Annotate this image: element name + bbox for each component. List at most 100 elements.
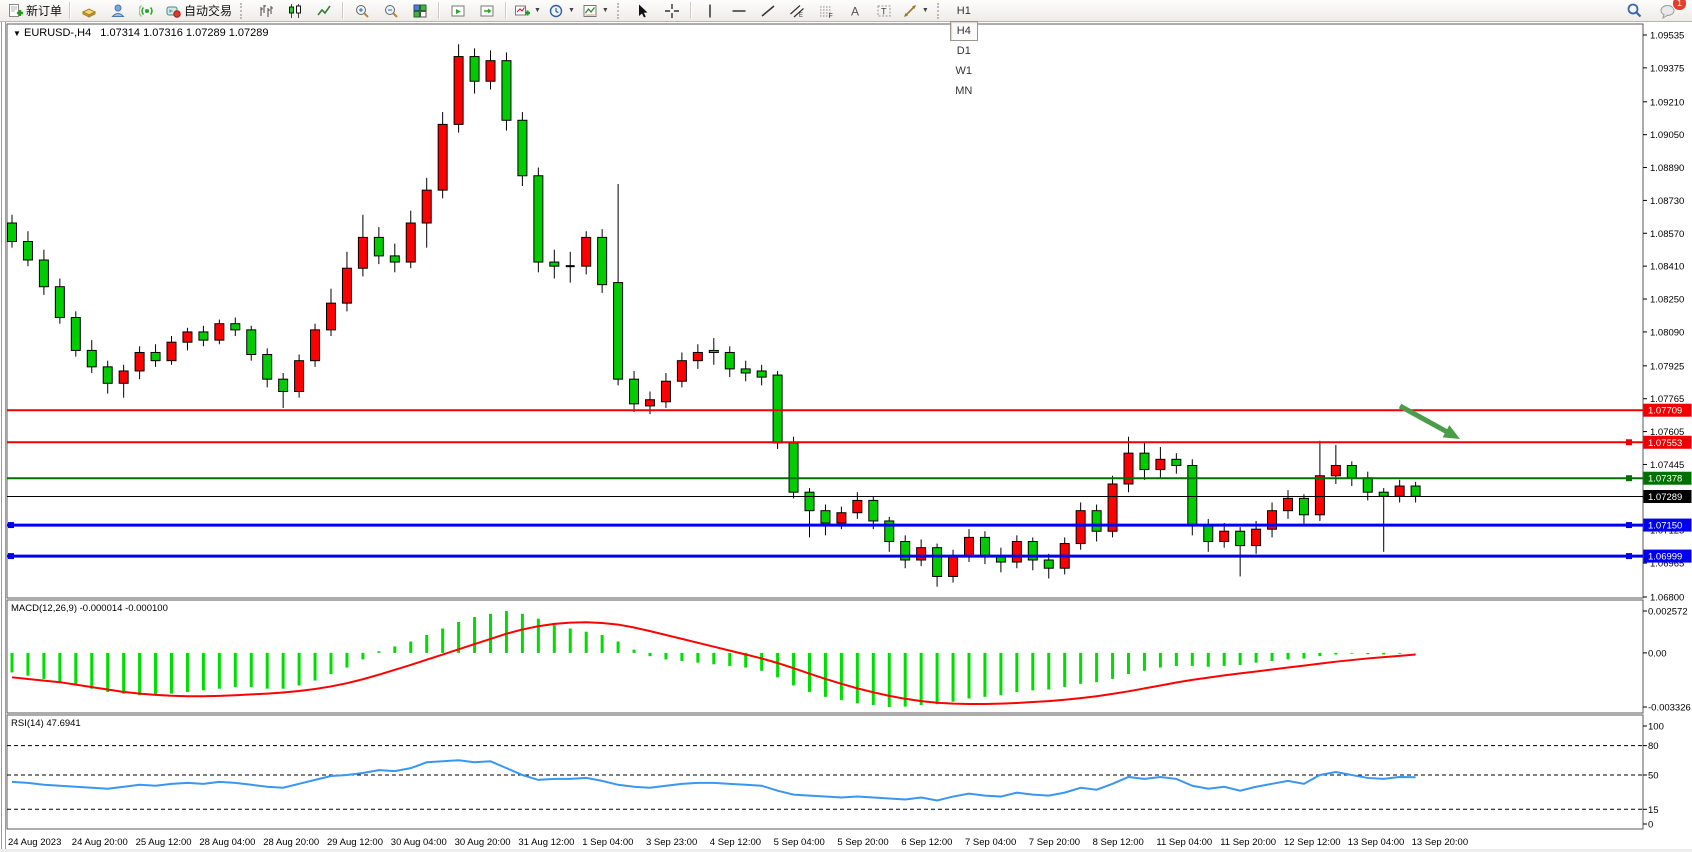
line-anchor[interactable] xyxy=(1626,475,1632,481)
chevron-down-icon: ▼ xyxy=(568,7,575,14)
rsi-indicator-label: RSI(14) 47.6941 xyxy=(11,718,81,729)
time-axis[interactable]: 24 Aug 202324 Aug 20:0025 Aug 12:0028 Au… xyxy=(8,837,1468,848)
auto-scroll-button[interactable] xyxy=(444,0,472,22)
bear-candle xyxy=(247,330,256,355)
fibonacci-button[interactable]: F xyxy=(812,0,840,22)
svg-text:7 Sep 20:00: 7 Sep 20:00 xyxy=(1029,837,1080,848)
bear-candle xyxy=(1379,492,1388,496)
bear-candle xyxy=(1411,486,1420,496)
line-anchor[interactable] xyxy=(8,553,14,559)
bear-candle xyxy=(869,500,878,521)
timeframe-D1[interactable]: D1 xyxy=(950,41,978,61)
timeframe-H4[interactable]: H4 xyxy=(950,21,978,41)
macd-values: -0.000014 -0.000100 xyxy=(80,603,168,614)
search-button[interactable] xyxy=(1620,0,1648,22)
line-chart-button[interactable] xyxy=(310,0,338,22)
bull-candle xyxy=(295,361,304,392)
cursor-button[interactable] xyxy=(629,0,657,22)
metaeditor-button[interactable] xyxy=(75,0,103,22)
bull-candle xyxy=(454,57,463,125)
new-order-button[interactable]: 新订单 xyxy=(4,0,65,22)
price-tag-label: 1.07553 xyxy=(1648,438,1682,449)
arrows-button[interactable]: ▼ xyxy=(899,0,932,22)
tile-windows-button[interactable] xyxy=(406,0,434,22)
bull-candle xyxy=(1076,511,1085,544)
horizontal-line-button[interactable] xyxy=(725,0,753,22)
bear-candle xyxy=(87,350,96,366)
separator xyxy=(69,2,71,19)
svg-text:31 Aug 12:00: 31 Aug 12:00 xyxy=(518,837,574,848)
candlestick-chart-button[interactable] xyxy=(281,0,309,22)
price-tag-label: 1.07150 xyxy=(1648,521,1682,532)
bar-chart-button[interactable] xyxy=(252,0,280,22)
bull-candle xyxy=(965,537,974,555)
chevron-down-icon: ▼ xyxy=(602,7,609,14)
zoom-in-button[interactable] xyxy=(348,0,376,22)
text-button[interactable]: A xyxy=(841,0,869,22)
svg-text:F: F xyxy=(828,13,832,19)
line-anchor[interactable] xyxy=(1626,522,1632,528)
timeframe-W1[interactable]: W1 xyxy=(950,61,978,81)
notifications-button[interactable]: 1 xyxy=(1654,0,1682,22)
equidistant-channel-button[interactable]: E xyxy=(783,0,811,22)
bar-chart-icon xyxy=(258,3,274,19)
zoom-out-button[interactable] xyxy=(377,0,405,22)
bull-candle xyxy=(135,352,144,370)
macd-name: MACD(12,26,9) xyxy=(11,603,77,614)
crosshair-button[interactable] xyxy=(658,0,686,22)
svg-text:0: 0 xyxy=(1648,820,1653,831)
timeframe-H1[interactable]: H1 xyxy=(950,1,978,21)
symbol-dropdown-icon[interactable]: ▼ xyxy=(13,29,21,38)
bear-candle xyxy=(1236,531,1245,545)
bear-candle xyxy=(502,61,511,121)
toolbar-grip xyxy=(937,3,944,19)
text-label-button[interactable]: T xyxy=(870,0,898,22)
line-anchor[interactable] xyxy=(1626,553,1632,559)
toolbar-grip xyxy=(240,3,247,19)
bull-candle xyxy=(311,330,320,361)
chart-canvas[interactable]: 1.095351.093751.092101.090501.088901.087… xyxy=(0,22,1692,852)
signals-button[interactable] xyxy=(133,0,161,22)
auto-trading-button[interactable]: 自动交易 xyxy=(162,0,235,22)
bear-candle xyxy=(933,548,942,577)
bull-candle xyxy=(677,361,686,382)
svg-text:24 Aug 2023: 24 Aug 2023 xyxy=(8,837,61,848)
auto-trading-label: 自动交易 xyxy=(184,2,232,19)
svg-text:25 Aug 12:00: 25 Aug 12:00 xyxy=(136,837,192,848)
bull-candle xyxy=(949,556,958,577)
pane-border xyxy=(7,715,1643,829)
templates-button[interactable]: ▼ xyxy=(579,0,612,22)
svg-text:1.08410: 1.08410 xyxy=(1650,262,1684,273)
svg-text:30 Aug 04:00: 30 Aug 04:00 xyxy=(391,837,447,848)
svg-text:0.002572: 0.002572 xyxy=(1648,607,1688,618)
bull-candle xyxy=(1156,459,1165,469)
bear-candle xyxy=(1188,465,1197,525)
line-anchor[interactable] xyxy=(1626,439,1632,445)
trendline-button[interactable] xyxy=(754,0,782,22)
timeframe-MN[interactable]: MN xyxy=(950,81,978,101)
market-button[interactable] xyxy=(104,0,132,22)
bull-candle xyxy=(119,371,128,383)
zoom-in-icon xyxy=(354,3,370,19)
bear-candle xyxy=(263,355,272,380)
svg-text:1.08090: 1.08090 xyxy=(1650,327,1684,338)
new-order-label: 新订单 xyxy=(26,2,62,19)
periods-button[interactable]: ▼ xyxy=(545,0,578,22)
svg-text:11 Sep 04:00: 11 Sep 04:00 xyxy=(1156,837,1212,848)
text-label-icon: T xyxy=(876,3,892,19)
line-anchor[interactable] xyxy=(8,522,14,528)
vertical-line-button[interactable] xyxy=(696,0,724,22)
bear-candle xyxy=(470,57,479,82)
indicators-button[interactable]: ▼ xyxy=(511,0,544,22)
bear-candle xyxy=(805,492,814,510)
bear-candle xyxy=(741,369,750,373)
bear-candle xyxy=(71,318,80,351)
bear-candle xyxy=(773,375,782,443)
bull-candle xyxy=(167,342,176,360)
chart-shift-icon xyxy=(479,3,495,19)
svg-text:15: 15 xyxy=(1648,805,1659,816)
bull-candle xyxy=(358,237,367,268)
chart-shift-button[interactable] xyxy=(473,0,501,22)
bull-candle xyxy=(1395,486,1404,496)
price-tag-label: 1.07709 xyxy=(1648,406,1682,417)
